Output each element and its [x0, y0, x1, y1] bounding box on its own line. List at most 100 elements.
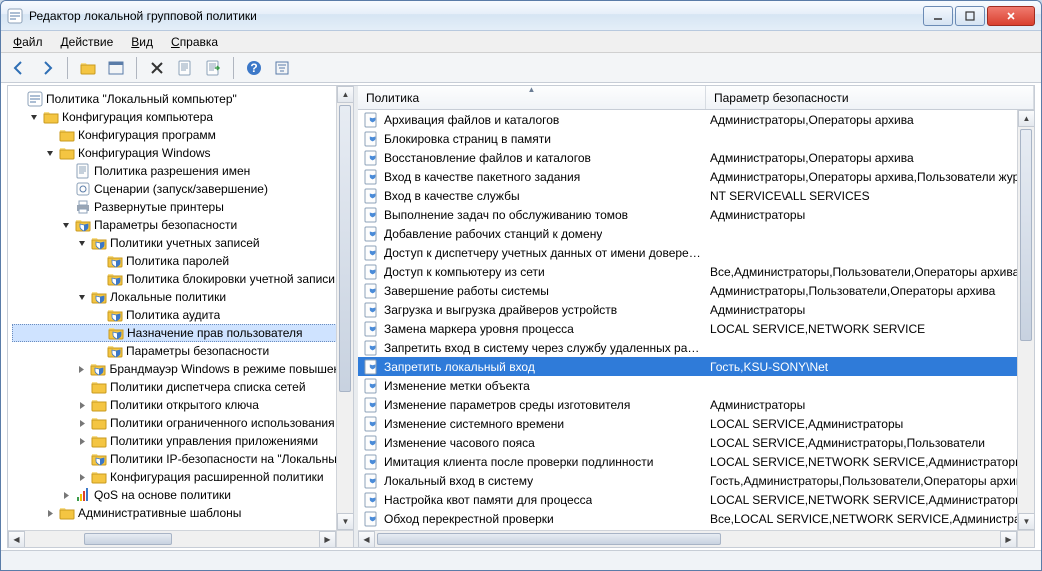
policy-row[interactable]: Обход перекрестной проверкиВсе,LOCAL SER… [358, 509, 1034, 528]
policy-row[interactable]: Доступ к диспетчеру учетных данных от им… [358, 243, 1034, 262]
list-vscroll[interactable]: ▲ ▼ [1017, 110, 1034, 530]
scroll-right-button[interactable]: ▶ [1000, 531, 1017, 547]
tree-item[interactable]: Политики ограниченного использования [12, 414, 353, 432]
twisty-none [60, 165, 72, 177]
policy-item-icon [364, 188, 380, 204]
policy-row[interactable]: Вход в качестве службыNT SERVICE\ALL SER… [358, 186, 1034, 205]
tree-item[interactable]: Параметры безопасности [12, 342, 353, 360]
close-button[interactable] [987, 6, 1035, 26]
policy-row[interactable]: Изменение метки объекта [358, 376, 1034, 395]
policy-row[interactable]: Загрузка и выгрузка драйверов устройствА… [358, 300, 1034, 319]
toolbar-help-button[interactable] [242, 56, 266, 80]
toolbar-forward-button[interactable] [35, 56, 59, 80]
policy-row[interactable]: Блокировка страниц в памяти [358, 129, 1034, 148]
twisty-closed-icon[interactable] [76, 363, 87, 375]
tree-item[interactable]: Назначение прав пользователя [12, 324, 353, 342]
tree-item[interactable]: Конфигурация расширенной политики [12, 468, 353, 486]
tree-item[interactable]: Политика аудита [12, 306, 353, 324]
policy-row[interactable]: Запретить вход в систему через службу уд… [358, 338, 1034, 357]
column-header-param[interactable]: Параметр безопасности [706, 86, 1034, 109]
policy-item-icon [364, 264, 380, 280]
twisty-closed-icon[interactable] [44, 507, 56, 519]
titlebar[interactable]: Редактор локальной групповой политики [1, 1, 1041, 31]
twisty-closed-icon[interactable] [60, 489, 72, 501]
tree-item[interactable]: Политики открытого ключа [12, 396, 353, 414]
scroll-left-button[interactable]: ◀ [8, 531, 25, 547]
tree-item-label: Брандмауэр Windows в режиме повышенной [109, 362, 349, 376]
policy-row[interactable]: Локальный вход в системуГость,Администра… [358, 471, 1034, 490]
twisty-closed-icon[interactable] [76, 471, 88, 483]
scroll-up-button[interactable]: ▲ [1018, 110, 1034, 127]
policy-row[interactable]: Изменение параметров среды изготовителяА… [358, 395, 1034, 414]
tree-item[interactable]: Параметры безопасности [12, 216, 353, 234]
policy-row[interactable]: Выполнение задач по обслуживанию томовАд… [358, 205, 1034, 224]
toolbar-up-button[interactable] [76, 56, 100, 80]
policy-row[interactable]: Настройка квот памяти для процессаLOCAL … [358, 490, 1034, 509]
scroll-right-button[interactable]: ▶ [319, 531, 336, 547]
policy-row[interactable]: Изменение системного времениLOCAL SERVIC… [358, 414, 1034, 433]
scroll-up-button[interactable]: ▲ [337, 86, 353, 103]
tree-item[interactable]: Административные шаблоны [12, 504, 353, 522]
tree-item[interactable]: Политики учетных записей [12, 234, 353, 252]
toolbar-separator [136, 57, 137, 79]
toolbar-filter-button[interactable] [270, 56, 294, 80]
twisty-closed-icon[interactable] [76, 399, 88, 411]
policy-row[interactable]: Архивация файлов и каталоговАдминистрато… [358, 110, 1034, 129]
menu-action[interactable]: Действие [53, 33, 122, 51]
tree-item-label: Политики управления приложениями [110, 434, 318, 448]
policy-list[interactable]: Архивация файлов и каталоговАдминистрато… [358, 110, 1034, 547]
tree[interactable]: Политика "Локальный компьютер"Конфигурац… [8, 86, 353, 526]
tree-item[interactable]: Политика паролей [12, 252, 353, 270]
policy-row[interactable]: Добавление рабочих станций к домену [358, 224, 1034, 243]
tree-item[interactable]: Сценарии (запуск/завершение) [12, 180, 353, 198]
tree-vscroll[interactable]: ▲ ▼ [336, 86, 353, 530]
tree-item[interactable]: QoS на основе политики [12, 486, 353, 504]
list-hscroll[interactable]: ◀ ▶ [358, 530, 1017, 547]
scroll-down-button[interactable]: ▼ [1018, 513, 1034, 530]
policy-param: Администраторы,Пользователи,Операторы ар… [706, 284, 1034, 298]
toolbar-show-hide-button[interactable] [104, 56, 128, 80]
tree-item[interactable]: Конфигурация Windows [12, 144, 353, 162]
scroll-down-button[interactable]: ▼ [337, 513, 353, 530]
column-header-policy[interactable]: ▲ Политика [358, 86, 706, 109]
minimize-button[interactable] [923, 6, 953, 26]
policy-row[interactable]: Доступ к компьютеру из сетиВсе,Администр… [358, 262, 1034, 281]
menu-file[interactable]: Файл [5, 33, 51, 51]
policy-row[interactable]: Завершение работы системыАдминистраторы,… [358, 281, 1034, 300]
toolbar-properties-button[interactable] [173, 56, 197, 80]
tree-item[interactable]: Политика блокировки учетной записи [12, 270, 353, 288]
policy-row[interactable]: Вход в качестве пакетного заданияАдминис… [358, 167, 1034, 186]
maximize-button[interactable] [955, 6, 985, 26]
tree-item[interactable]: Локальные политики [12, 288, 353, 306]
tree-item[interactable]: Развернутые принтеры [12, 198, 353, 216]
tree-item[interactable]: Политика "Локальный компьютер" [12, 90, 353, 108]
tree-item[interactable]: Политика разрешения имен [12, 162, 353, 180]
tree-item[interactable]: Конфигурация компьютера [12, 108, 353, 126]
twisty-open-icon[interactable] [28, 111, 40, 123]
tree-item[interactable]: Политики управления приложениями [12, 432, 353, 450]
twisty-closed-icon[interactable] [76, 417, 88, 429]
toolbar-delete-button[interactable] [145, 56, 169, 80]
policy-row[interactable]: Запретить локальный входГость,KSU-SONY\N… [358, 357, 1034, 376]
tree-item[interactable]: Политики диспетчера списка сетей [12, 378, 353, 396]
tree-item[interactable]: Брандмауэр Windows в режиме повышенной [12, 360, 353, 378]
policy-row[interactable]: Восстановление файлов и каталоговАдминис… [358, 148, 1034, 167]
tree-item[interactable]: Политики IP-безопасности на "Локальный [12, 450, 353, 468]
policy-row[interactable]: Имитация клиента после проверки подлинно… [358, 452, 1034, 471]
toolbar-back-button[interactable] [7, 56, 31, 80]
tree-item[interactable]: Конфигурация программ [12, 126, 353, 144]
twisty-open-icon[interactable] [44, 147, 56, 159]
toolbar-export-button[interactable] [201, 56, 225, 80]
tree-hscroll[interactable]: ◀ ▶ [8, 530, 336, 547]
policy-name: Локальный вход в систему [384, 474, 533, 488]
policy-row[interactable]: Замена маркера уровня процессаLOCAL SERV… [358, 319, 1034, 338]
twisty-closed-icon[interactable] [76, 435, 88, 447]
menu-help[interactable]: Справка [163, 33, 226, 51]
policy-row[interactable]: Изменение часового поясаLOCAL SERVICE,Ад… [358, 433, 1034, 452]
menu-view[interactable]: Вид [123, 33, 161, 51]
twisty-open-icon[interactable] [76, 291, 88, 303]
twisty-none [60, 183, 72, 195]
twisty-open-icon[interactable] [76, 237, 88, 249]
scroll-left-button[interactable]: ◀ [358, 531, 375, 547]
twisty-open-icon[interactable] [60, 219, 72, 231]
